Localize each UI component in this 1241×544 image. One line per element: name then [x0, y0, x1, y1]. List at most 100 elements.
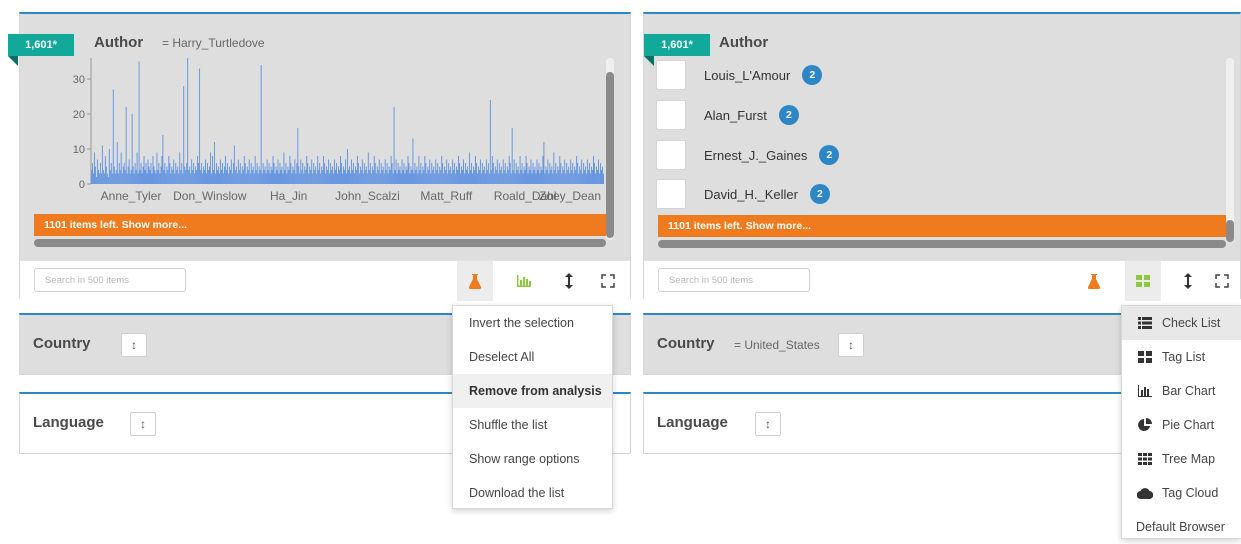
- chart-bar[interactable]: [433, 166, 435, 185]
- chart-bar[interactable]: [283, 152, 285, 185]
- chart-bar[interactable]: [242, 170, 244, 184]
- chart-bar[interactable]: [219, 159, 221, 185]
- chart-bar[interactable]: [374, 163, 376, 184]
- chart-bar[interactable]: [154, 170, 156, 184]
- chart-bar[interactable]: [386, 163, 388, 184]
- chart-bar[interactable]: [496, 159, 498, 185]
- chart-bar[interactable]: [487, 163, 489, 184]
- chart-bar[interactable]: [108, 149, 110, 184]
- chart-bar[interactable]: [347, 149, 348, 184]
- chart-bar[interactable]: [538, 163, 540, 184]
- chart-bar[interactable]: [91, 170, 92, 184]
- chart-bar[interactable]: [156, 152, 158, 185]
- chart-bar[interactable]: [124, 170, 126, 184]
- chart-bar[interactable]: [252, 166, 254, 185]
- chart-bar[interactable]: [489, 100, 491, 184]
- chart-bar[interactable]: [510, 173, 512, 185]
- chart-bar[interactable]: [288, 170, 290, 184]
- chart-bar[interactable]: [600, 163, 601, 184]
- chart-bar[interactable]: [431, 163, 433, 184]
- maximize-button[interactable]: [590, 261, 626, 301]
- chart-bar[interactable]: [439, 166, 441, 185]
- chart-bar[interactable]: [287, 166, 289, 185]
- chart-bar[interactable]: [166, 166, 168, 185]
- chart-bar[interactable]: [158, 163, 160, 184]
- chart-bar[interactable]: [526, 163, 528, 184]
- chart-bar[interactable]: [453, 170, 455, 184]
- chart-bar[interactable]: [581, 159, 583, 185]
- chart-bar[interactable]: [184, 166, 186, 185]
- chart-bar[interactable]: [579, 166, 581, 185]
- chart-bar[interactable]: [387, 173, 389, 185]
- chart-bar[interactable]: [438, 173, 440, 185]
- chart-bar[interactable]: [101, 145, 103, 185]
- chart-bar[interactable]: [440, 170, 442, 184]
- chart-bar[interactable]: [293, 170, 295, 184]
- item-checkbox[interactable]: [656, 60, 686, 90]
- chart-bar[interactable]: [136, 152, 138, 185]
- menu-item-download-list[interactable]: Download the list: [453, 476, 612, 510]
- chart-bar[interactable]: [327, 170, 329, 184]
- chart-bar[interactable]: [528, 166, 530, 185]
- chart-bar[interactable]: [506, 166, 508, 185]
- chart-bar[interactable]: [232, 163, 234, 184]
- chart-bar[interactable]: [460, 173, 462, 185]
- chart-bar[interactable]: [484, 173, 486, 185]
- chart-bar[interactable]: [595, 173, 596, 185]
- attribute-title[interactable]: Country: [657, 335, 715, 352]
- chart-bar[interactable]: [311, 159, 313, 185]
- chart-bar[interactable]: [451, 173, 453, 185]
- chart-bar[interactable]: [302, 163, 304, 184]
- chart-bar[interactable]: [454, 163, 456, 184]
- item-checkbox[interactable]: [656, 100, 686, 130]
- chart-bar[interactable]: [246, 166, 248, 185]
- chart-bar[interactable]: [125, 107, 127, 184]
- chart-bar[interactable]: [596, 166, 597, 185]
- chart-bar[interactable]: [536, 159, 538, 185]
- chart-bar[interactable]: [593, 156, 594, 184]
- menu-item-tag-cloud[interactable]: Tag Cloud: [1122, 476, 1241, 510]
- chart-bar[interactable]: [141, 173, 143, 185]
- chart-bar[interactable]: [597, 170, 598, 184]
- chart-bar[interactable]: [290, 163, 292, 184]
- chart-bar[interactable]: [572, 163, 574, 184]
- chart-bar[interactable]: [513, 159, 515, 185]
- sort-button[interactable]: ↕: [130, 412, 156, 436]
- chart-bar[interactable]: [296, 163, 298, 184]
- chart-bar[interactable]: [476, 173, 478, 185]
- chart-bar[interactable]: [348, 170, 349, 184]
- chart-bar[interactable]: [409, 173, 411, 185]
- chart-bar[interactable]: [419, 170, 421, 184]
- chart-bar[interactable]: [542, 156, 544, 184]
- chart-bar[interactable]: [111, 173, 113, 185]
- chart-bar[interactable]: [426, 173, 428, 185]
- chart-bar[interactable]: [159, 173, 161, 185]
- chart-bar[interactable]: [515, 163, 517, 184]
- chart-bar[interactable]: [317, 156, 319, 184]
- chart-bar[interactable]: [470, 170, 471, 184]
- chart-bar[interactable]: [544, 173, 546, 185]
- chart-bar[interactable]: [247, 170, 249, 184]
- chart-bar[interactable]: [116, 142, 118, 184]
- chart-bar[interactable]: [91, 163, 93, 184]
- chart-bar[interactable]: [598, 159, 599, 185]
- chart-bar[interactable]: [482, 170, 484, 184]
- sort-button[interactable]: ↕: [121, 333, 147, 357]
- chart-bar[interactable]: [338, 166, 339, 185]
- chart-bar[interactable]: [518, 173, 520, 185]
- chart-bar[interactable]: [147, 159, 149, 185]
- chart-bar[interactable]: [204, 170, 206, 184]
- attribute-title[interactable]: Author: [719, 34, 768, 51]
- chart-bar[interactable]: [236, 173, 238, 185]
- chart-bar[interactable]: [380, 163, 382, 184]
- list-item[interactable]: Ernest_J._Gaines 2: [656, 137, 840, 173]
- chart-bar[interactable]: [235, 166, 237, 185]
- chart-bar[interactable]: [127, 166, 129, 185]
- chart-bar[interactable]: [211, 173, 212, 185]
- chart-bar[interactable]: [270, 166, 272, 185]
- chart-bar[interactable]: [185, 170, 187, 184]
- chart-bar[interactable]: [94, 166, 96, 185]
- view-type-button[interactable]: [1125, 261, 1161, 301]
- chart-bar[interactable]: [396, 173, 398, 185]
- chart-bar[interactable]: [370, 173, 372, 185]
